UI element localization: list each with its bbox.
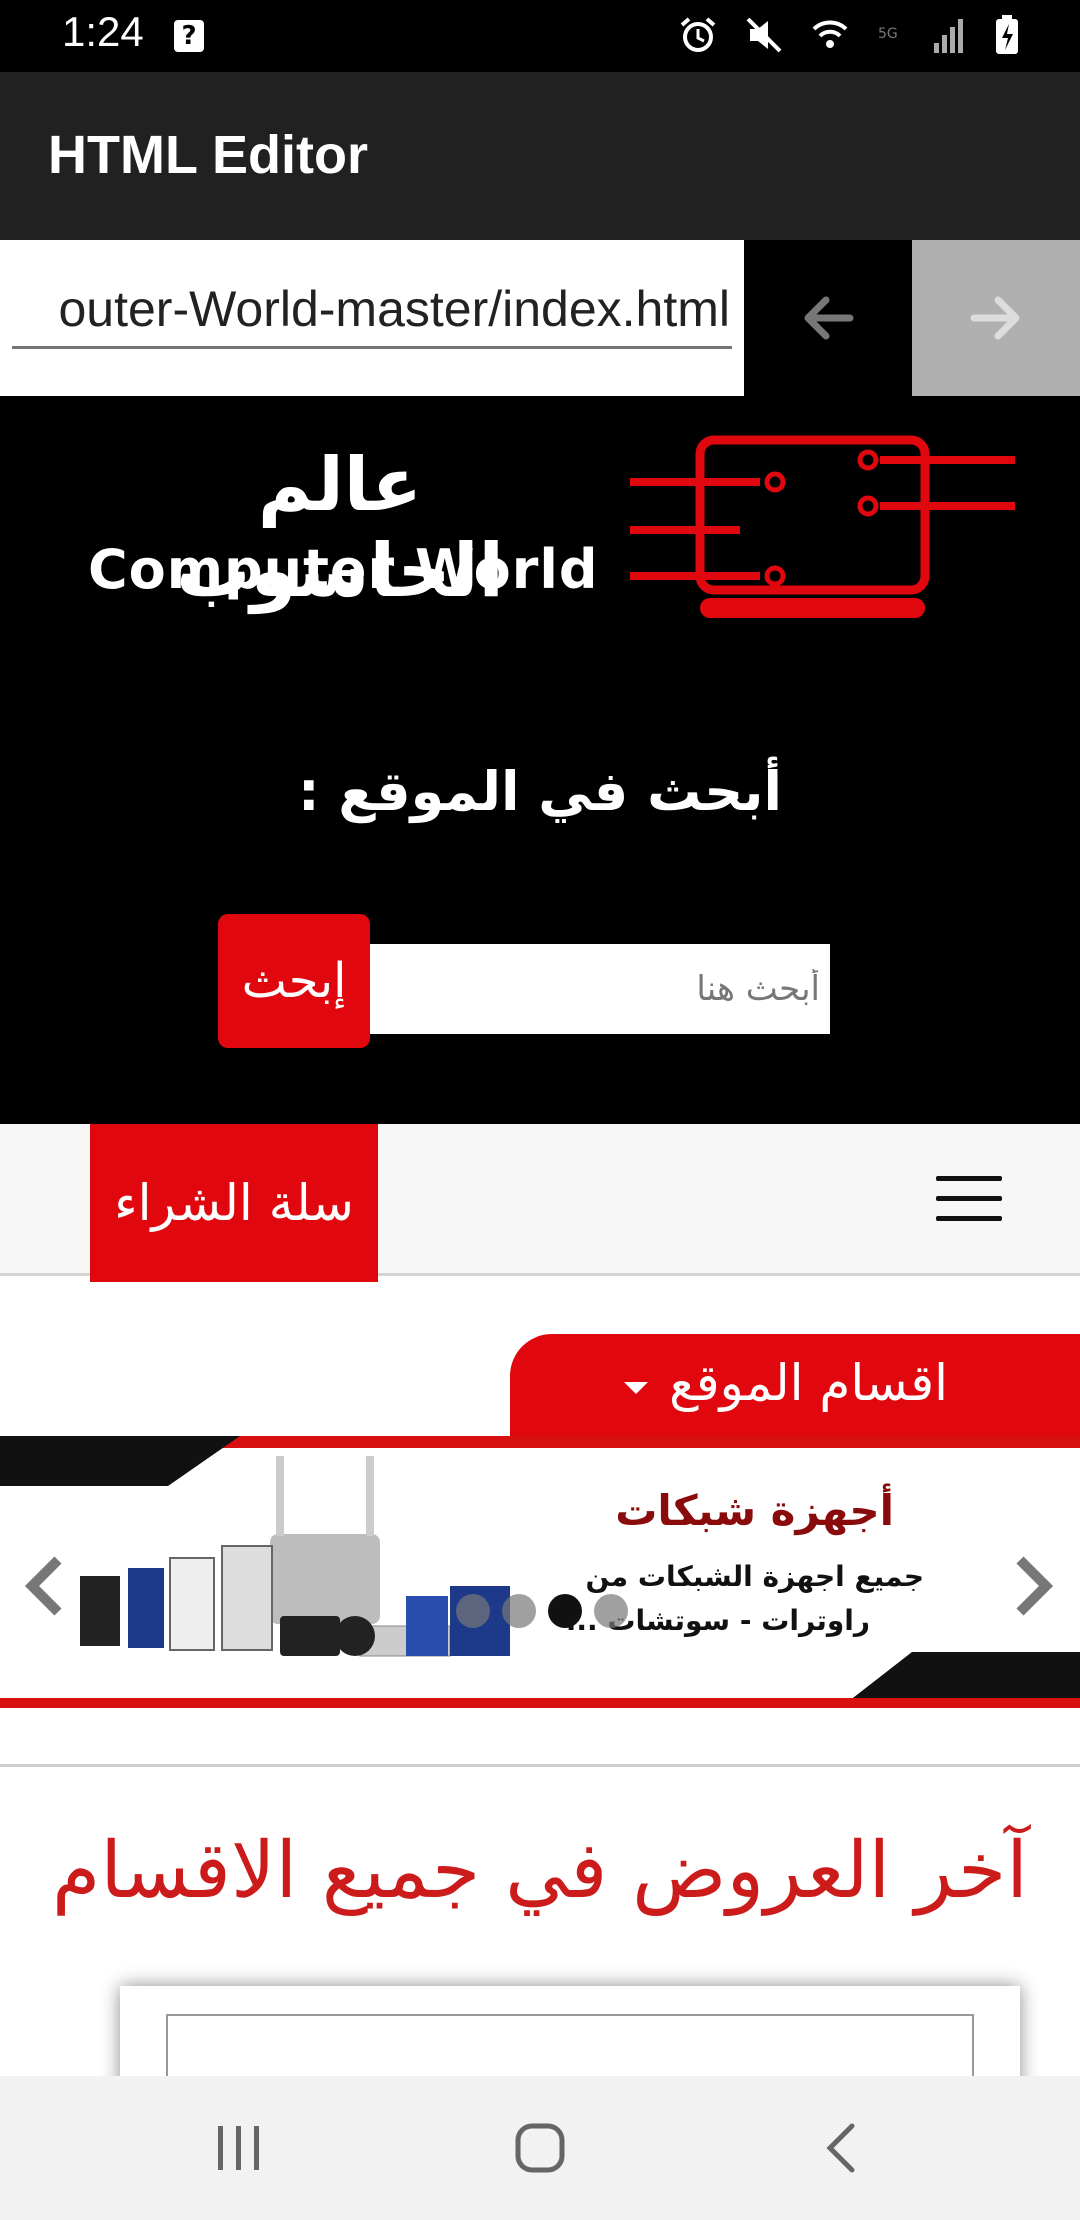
circuit-logo-icon	[630, 435, 1015, 618]
carousel-band	[0, 1698, 1080, 1708]
carousel-dot[interactable]	[594, 1594, 628, 1628]
navbar: سلة الشراء	[0, 1124, 1080, 1282]
carousel-next-icon[interactable]	[1010, 1554, 1056, 1618]
home-icon[interactable]	[514, 2122, 566, 2174]
carousel-dot-active[interactable]	[548, 1594, 582, 1628]
back-button[interactable]	[744, 240, 912, 396]
site-header: عالم الحاسوب Computer World أبحث في المو…	[0, 396, 1080, 1124]
status-time: 1:24	[62, 8, 144, 55]
logo-english-text: Computer World	[88, 538, 599, 601]
battery-charging-icon	[996, 15, 1018, 54]
app-bar: HTML Editor	[0, 72, 1080, 240]
carousel-dot[interactable]	[502, 1594, 536, 1628]
url-underline	[12, 346, 732, 349]
system-navigation-bar	[0, 2076, 1080, 2220]
categories-dropdown[interactable]: اقسام الموقع	[510, 1334, 1080, 1438]
cart-button[interactable]: سلة الشراء	[90, 1124, 378, 1282]
hamburger-menu-icon[interactable]	[936, 1176, 1002, 1222]
status-icons: 5G	[678, 14, 1020, 56]
no-sim-icon: 5G	[878, 26, 898, 42]
network-devices-image	[80, 1456, 510, 1657]
alarm-icon	[680, 17, 716, 52]
search-button[interactable]: إبحث	[218, 914, 370, 1048]
svg-text:5G: 5G	[878, 26, 898, 42]
carousel-indicators	[456, 1594, 628, 1628]
arrow-right-icon	[970, 296, 1020, 340]
offers-heading: آخر العروض في جميع الاقسام	[52, 1826, 1028, 1916]
signal-icon	[934, 19, 963, 53]
search-heading: أبحث في الموقع :	[298, 760, 782, 823]
url-text[interactable]: outer-World-master/index.html	[58, 280, 730, 338]
slide-title: أجهزة شبكات	[615, 1486, 894, 1535]
section-divider	[0, 1764, 1080, 1767]
back-icon[interactable]	[822, 2122, 862, 2174]
app-title: HTML Editor	[48, 125, 368, 185]
carousel[interactable]: أجهزة شبكات جميع اجهزة الشبكات من راوترا…	[0, 1436, 1080, 1708]
slide-text: جميع اجهزة الشبكات من	[585, 1560, 924, 1593]
search-input[interactable]	[366, 944, 830, 1034]
carousel-prev-icon[interactable]	[22, 1554, 68, 1618]
url-input[interactable]: outer-World-master/index.html	[0, 240, 744, 396]
recent-apps-icon[interactable]	[214, 2122, 264, 2174]
categories-label: اقسام الموقع	[669, 1354, 948, 1412]
status-bar: 1:24 ? 5G	[0, 0, 1080, 72]
url-row: outer-World-master/index.html	[0, 240, 1080, 396]
mute-icon	[746, 17, 782, 53]
caret-down-icon	[624, 1382, 648, 1394]
arrow-left-icon	[804, 296, 854, 340]
question-box-icon: ?	[174, 20, 204, 52]
wifi-icon	[812, 20, 848, 48]
forward-button[interactable]	[912, 240, 1080, 396]
carousel-dot[interactable]	[456, 1594, 490, 1628]
